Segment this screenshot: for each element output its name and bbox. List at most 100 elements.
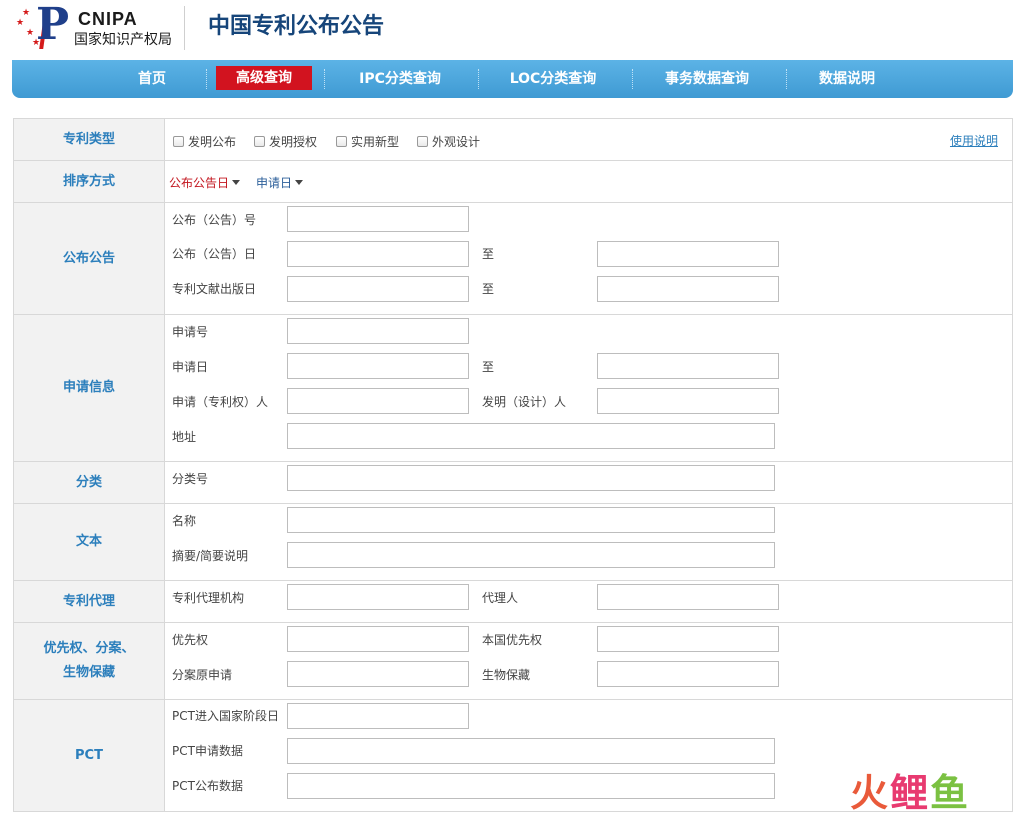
label-pub-no: 公布（公告）号 bbox=[172, 213, 257, 227]
input-agency-org[interactable] bbox=[287, 584, 469, 610]
input-divisional[interactable] bbox=[287, 661, 469, 687]
row-label: 公布公告 bbox=[14, 203, 165, 314]
label-class-no: 分类号 bbox=[172, 472, 209, 486]
watermark: 火鲤鱼 bbox=[850, 771, 971, 815]
nav-separator bbox=[632, 69, 633, 89]
input-class-no[interactable] bbox=[287, 465, 775, 491]
nav-separator bbox=[206, 69, 207, 89]
star-icon: ★ bbox=[26, 28, 35, 38]
input-pub-date-to[interactable] bbox=[597, 241, 779, 267]
row-publication: 公布公告 公布（公告）号 公布（公告）日 至 专利文献出版日 至 bbox=[14, 203, 1012, 315]
input-inventor[interactable] bbox=[597, 388, 779, 414]
checkbox-utility-model[interactable]: 实用新型 bbox=[336, 133, 399, 150]
checkbox-design[interactable]: 外观设计 bbox=[417, 133, 480, 150]
row-label: 申请信息 bbox=[14, 315, 165, 461]
nav-item-ipc-search[interactable]: IPC分类查询 bbox=[342, 60, 458, 98]
label-pub-date: 公布（公告）日 bbox=[172, 247, 257, 261]
input-applicant[interactable] bbox=[287, 388, 469, 414]
label-divisional: 分案原申请 bbox=[172, 668, 233, 682]
checkbox-box[interactable] bbox=[336, 136, 347, 147]
label-pct-national-phase: PCT进入国家阶段日 bbox=[172, 709, 279, 723]
row-agency: 专利代理 专利代理机构 代理人 bbox=[14, 581, 1012, 623]
input-doc-pub-date-from[interactable] bbox=[287, 276, 469, 302]
caret-down-icon bbox=[232, 180, 241, 185]
label-doc-pub-date: 专利文献出版日 bbox=[172, 282, 257, 296]
input-pct-app-data[interactable] bbox=[287, 738, 775, 764]
caret-down-icon bbox=[295, 180, 304, 185]
row-label: 文本 bbox=[14, 504, 165, 580]
input-pct-pub-data[interactable] bbox=[287, 773, 775, 799]
row-label: 专利代理 bbox=[14, 581, 165, 622]
sort-by-pub-date[interactable]: 公布公告日 bbox=[169, 174, 241, 191]
input-app-date-to[interactable] bbox=[597, 353, 779, 379]
label-agent: 代理人 bbox=[482, 591, 519, 605]
input-doc-pub-date-to[interactable] bbox=[597, 276, 779, 302]
row-label: 专利类型 bbox=[14, 119, 165, 160]
input-domestic-priority[interactable] bbox=[597, 626, 779, 652]
row-classification: 分类 分类号 bbox=[14, 462, 1012, 504]
input-pub-no[interactable] bbox=[287, 206, 469, 232]
label-agency-org: 专利代理机构 bbox=[172, 591, 245, 605]
label-address: 地址 bbox=[172, 430, 197, 444]
site-title: 中国专利公布公告 bbox=[208, 14, 385, 39]
row-label: 分类 bbox=[14, 462, 165, 503]
input-address[interactable] bbox=[287, 423, 775, 449]
label-to: 至 bbox=[482, 282, 495, 296]
label-priority: 优先权 bbox=[172, 633, 209, 647]
input-pct-national-phase[interactable] bbox=[287, 703, 469, 729]
input-priority[interactable] bbox=[287, 626, 469, 652]
nav-separator bbox=[324, 69, 325, 89]
input-app-no[interactable] bbox=[287, 318, 469, 344]
checkbox-box[interactable] bbox=[254, 136, 265, 147]
label-inventor: 发明（设计）人 bbox=[482, 395, 567, 409]
nav-item-loc-search[interactable]: LOC分类查询 bbox=[494, 60, 612, 98]
logo-cn-text: 国家知识产权局 bbox=[74, 32, 172, 48]
checkbox-box[interactable] bbox=[417, 136, 428, 147]
label-bio-deposit: 生物保藏 bbox=[482, 668, 531, 682]
checkbox-box[interactable] bbox=[173, 136, 184, 147]
star-icon: ★ bbox=[22, 8, 31, 18]
input-agent[interactable] bbox=[597, 584, 779, 610]
row-label: PCT bbox=[14, 700, 165, 811]
label-pct-app-data: PCT申请数据 bbox=[172, 744, 243, 758]
input-name[interactable] bbox=[287, 507, 775, 533]
row-text: 文本 名称 摘要/简要说明 bbox=[14, 504, 1012, 581]
label-to: 至 bbox=[482, 247, 495, 261]
nav-separator bbox=[478, 69, 479, 89]
cnipa-logo[interactable]: ★ ★ ★ ★ P CNIPA 国家知识产权局 bbox=[14, 1, 180, 51]
label-abstract: 摘要/简要说明 bbox=[172, 549, 249, 563]
label-pct-pub-data: PCT公布数据 bbox=[172, 779, 243, 793]
star-icon: ★ bbox=[16, 18, 25, 28]
nav-item-transaction-search[interactable]: 事务数据查询 bbox=[648, 60, 766, 98]
row-label: 排序方式 bbox=[14, 161, 165, 202]
input-pub-date-from[interactable] bbox=[287, 241, 469, 267]
row-priority: 优先权、分案、 生物保藏 优先权 本国优先权 分案原申请 生物保藏 bbox=[14, 623, 1012, 700]
row-application: 申请信息 申请号 申请日 至 申请（专利权）人 发明（设计）人 地址 bbox=[14, 315, 1012, 462]
label-app-date: 申请日 bbox=[172, 360, 209, 374]
main-nav: 首页 高级查询 IPC分类查询 LOC分类查询 事务数据查询 数据说明 bbox=[12, 60, 1013, 98]
sort-by-app-date[interactable]: 申请日 bbox=[256, 174, 304, 191]
row-sort: 排序方式 公布公告日 申请日 bbox=[14, 161, 1012, 203]
checkbox-invention-grant[interactable]: 发明授权 bbox=[254, 133, 317, 150]
nav-separator bbox=[786, 69, 787, 89]
checkbox-invention-publication[interactable]: 发明公布 bbox=[173, 133, 236, 150]
advanced-search-form: 专利类型 发明公布 发明授权 实用新型 外观设计 使用说明 排序方式 公布公告日… bbox=[13, 118, 1013, 812]
input-bio-deposit[interactable] bbox=[597, 661, 779, 687]
label-to: 至 bbox=[482, 360, 495, 374]
label-applicant: 申请（专利权）人 bbox=[172, 395, 269, 409]
nav-item-data-notes[interactable]: 数据说明 bbox=[802, 60, 892, 98]
header-divider bbox=[184, 6, 185, 50]
label-domestic-priority: 本国优先权 bbox=[482, 633, 543, 647]
nav-item-home[interactable]: 首页 bbox=[122, 60, 182, 98]
logo-p-mark: P bbox=[36, 0, 70, 50]
help-link[interactable]: 使用说明 bbox=[950, 132, 998, 149]
row-label: 优先权、分案、 生物保藏 bbox=[14, 623, 165, 699]
label-app-no: 申请号 bbox=[172, 325, 209, 339]
header: ★ ★ ★ ★ P CNIPA 国家知识产权局 中国专利公布公告 bbox=[0, 0, 1018, 58]
logo-en-text: CNIPA bbox=[78, 9, 138, 29]
nav-item-advanced-search[interactable]: 高级查询 bbox=[216, 66, 312, 90]
input-app-date-from[interactable] bbox=[287, 353, 469, 379]
row-patent-type: 专利类型 发明公布 发明授权 实用新型 外观设计 使用说明 bbox=[14, 119, 1012, 161]
label-name: 名称 bbox=[172, 514, 197, 528]
input-abstract[interactable] bbox=[287, 542, 775, 568]
